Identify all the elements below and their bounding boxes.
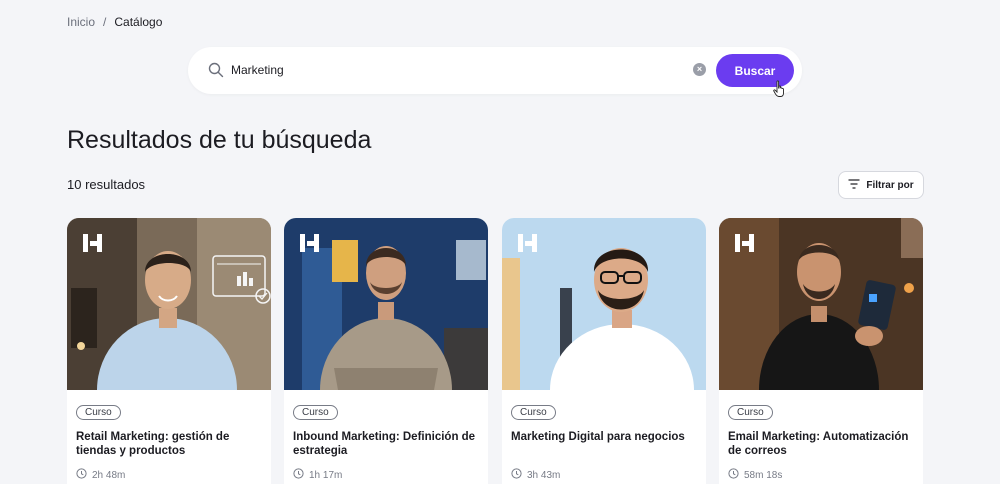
course-card[interactable]: Curso Inbound Marketing: Definición de e…	[284, 218, 488, 484]
course-card[interactable]: Curso Retail Marketing: gestión de tiend…	[67, 218, 271, 484]
course-duration-text: 1h 17m	[309, 469, 343, 481]
filter-button[interactable]: Filtrar por	[838, 171, 924, 199]
breadcrumb: Inicio / Catálogo	[67, 15, 162, 29]
course-badge: Curso	[511, 405, 556, 420]
course-title[interactable]: Retail Marketing: gestión de tiendas y p…	[76, 430, 266, 458]
course-duration-text: 2h 48m	[92, 469, 126, 481]
course-card[interactable]: Curso Email Marketing: Automatización de…	[719, 218, 923, 484]
course-thumbnail	[284, 218, 488, 390]
filter-button-label: Filtrar por	[866, 179, 914, 191]
course-duration: 58m 18s	[728, 468, 782, 482]
filter-icon	[848, 178, 860, 192]
course-title[interactable]: Inbound Marketing: Definición de estrate…	[293, 430, 483, 458]
breadcrumb-current: Catálogo	[114, 15, 163, 29]
clear-search-icon[interactable]: ×	[693, 63, 706, 76]
clock-icon	[728, 468, 739, 482]
course-badge: Curso	[728, 405, 773, 420]
course-thumbnail	[719, 218, 923, 390]
search-icon	[208, 62, 224, 83]
breadcrumb-separator: /	[103, 15, 107, 29]
search-bar: × Buscar	[188, 47, 802, 94]
course-title[interactable]: Marketing Digital para negocios	[511, 430, 701, 444]
course-title[interactable]: Email Marketing: Automatización de corre…	[728, 430, 918, 458]
clock-icon	[293, 468, 304, 482]
hand-cursor-icon	[773, 80, 787, 103]
search-input[interactable]	[231, 59, 671, 81]
result-count: 10 resultados	[67, 177, 146, 192]
course-duration: 3h 43m	[511, 468, 560, 482]
course-badge: Curso	[293, 405, 338, 420]
page-title: Resultados de tu búsqueda	[67, 126, 372, 154]
course-thumbnail	[67, 218, 271, 390]
course-thumbnail	[502, 218, 706, 390]
course-duration-text: 3h 43m	[527, 469, 561, 481]
course-duration-text: 58m 18s	[744, 469, 783, 481]
breadcrumb-home-link[interactable]: Inicio	[67, 15, 95, 29]
clock-icon	[511, 468, 522, 482]
course-card[interactable]: Curso Marketing Digital para negocios 3h…	[502, 218, 706, 484]
course-duration: 1h 17m	[293, 468, 342, 482]
clock-icon	[76, 468, 87, 482]
course-duration: 2h 48m	[76, 468, 125, 482]
course-badge: Curso	[76, 405, 121, 420]
